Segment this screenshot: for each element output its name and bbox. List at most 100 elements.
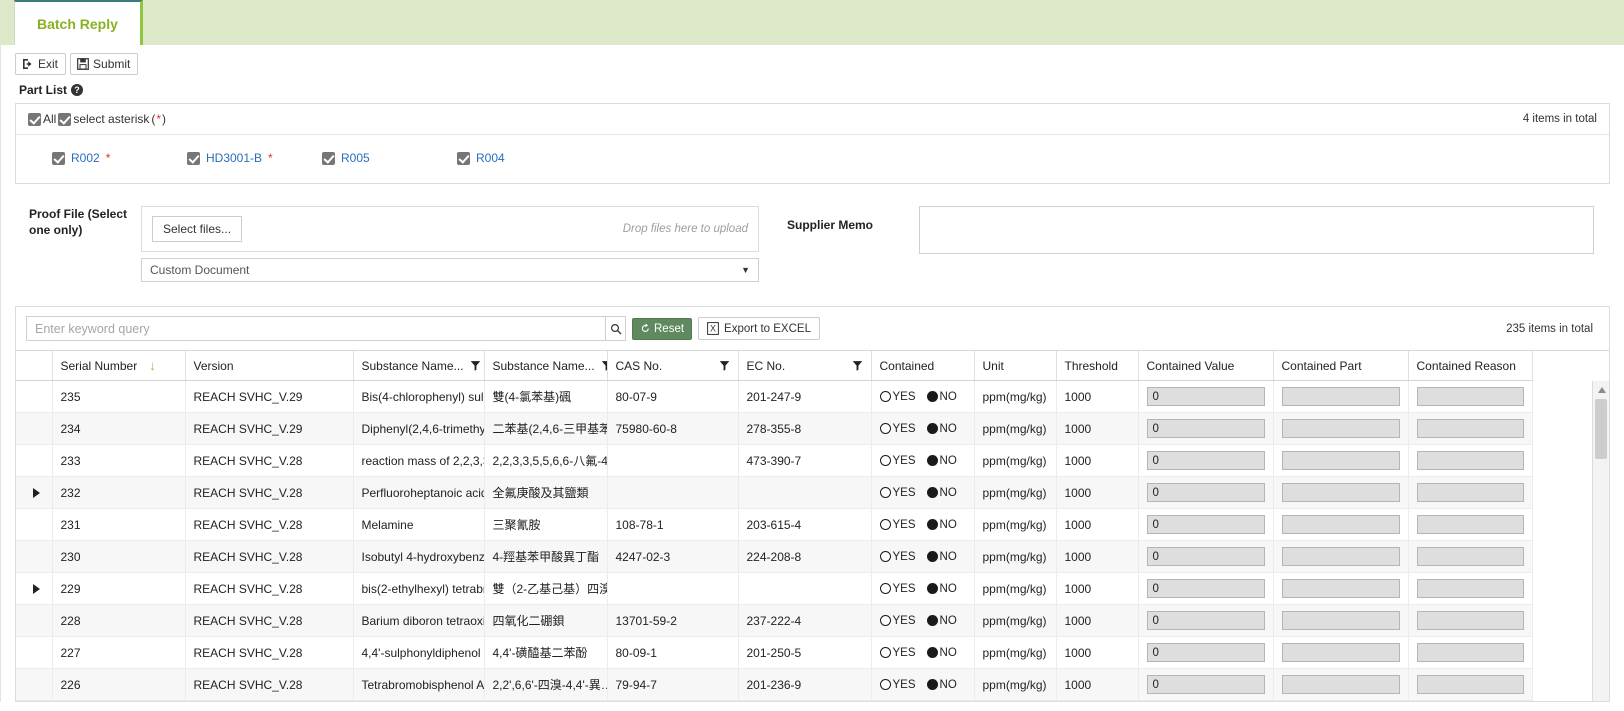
cell-contained-value[interactable] xyxy=(1138,668,1274,701)
cell-contained-part[interactable] xyxy=(1273,604,1409,637)
contained-value-input[interactable] xyxy=(1146,579,1265,598)
header-unit[interactable]: Unit xyxy=(974,351,1057,381)
contained-reason-input[interactable] xyxy=(1416,579,1524,598)
contained-value-input[interactable] xyxy=(1146,643,1265,662)
cell-contained[interactable]: YES NO xyxy=(871,476,975,509)
select-files-button[interactable]: Select files... xyxy=(152,216,243,242)
exit-button[interactable]: Exit xyxy=(15,53,67,75)
header-serial-number[interactable]: Serial Number ↓ xyxy=(52,351,186,381)
cell-contained-value[interactable] xyxy=(1138,508,1274,541)
contained-value-input[interactable] xyxy=(1146,451,1265,470)
part-link-r004[interactable]: R004 xyxy=(476,151,505,165)
radio-contained-yes[interactable] xyxy=(879,647,891,658)
help-icon[interactable]: ? xyxy=(71,84,84,96)
document-type-select[interactable]: Custom Document ▼ xyxy=(141,258,759,282)
cell-contained-reason[interactable] xyxy=(1408,668,1533,701)
contained-value-input[interactable] xyxy=(1146,515,1265,534)
cell-contained[interactable]: YES NO xyxy=(871,604,975,637)
cell-contained-value[interactable] xyxy=(1138,476,1274,509)
expand-row-icon[interactable] xyxy=(33,487,40,498)
contained-part-input[interactable] xyxy=(1281,515,1400,534)
part-link-r002[interactable]: R002 xyxy=(71,151,100,165)
submit-button[interactable]: Submit xyxy=(70,53,139,75)
cell-contained-reason[interactable] xyxy=(1408,604,1533,637)
table-row[interactable]: 229 REACH SVHC_V.28 bis(2-ethylhexyl) tetr… xyxy=(16,572,1533,605)
radio-contained-no[interactable] xyxy=(926,519,938,530)
search-button[interactable] xyxy=(606,316,626,341)
radio-contained-yes[interactable] xyxy=(879,679,891,690)
part-checkbox-r004[interactable] xyxy=(457,151,470,165)
cell-contained-part[interactable] xyxy=(1273,508,1409,541)
cell-contained-part[interactable] xyxy=(1273,476,1409,509)
cell-contained[interactable]: YES NO xyxy=(871,508,975,541)
radio-contained-no[interactable] xyxy=(926,583,938,594)
contained-reason-input[interactable] xyxy=(1416,675,1524,694)
contained-reason-input[interactable] xyxy=(1416,451,1524,470)
filter-icon[interactable] xyxy=(464,360,481,371)
contained-value-input[interactable] xyxy=(1146,547,1265,566)
part-link-hd3001-b[interactable]: HD3001-B xyxy=(206,151,262,165)
header-substance-name-en[interactable]: Substance Name... xyxy=(353,351,485,381)
contained-reason-input[interactable] xyxy=(1416,643,1524,662)
cell-contained-reason[interactable] xyxy=(1408,412,1533,445)
radio-contained-no[interactable] xyxy=(926,615,938,626)
contained-part-input[interactable] xyxy=(1281,483,1400,502)
cell-contained[interactable]: YES NO xyxy=(871,540,975,573)
cell-contained-part[interactable] xyxy=(1273,540,1409,573)
cell-contained[interactable]: YES NO xyxy=(871,412,975,445)
cell-contained-reason[interactable] xyxy=(1408,476,1533,509)
part-checkbox-hd3001-b[interactable] xyxy=(187,151,200,165)
contained-part-input[interactable] xyxy=(1281,611,1400,630)
contained-value-input[interactable] xyxy=(1146,483,1265,502)
cell-contained[interactable]: YES NO xyxy=(871,636,975,669)
contained-reason-input[interactable] xyxy=(1416,387,1524,406)
table-row[interactable]: 226 REACH SVHC_V.28 Tetrabromobisphenol A … xyxy=(16,668,1533,701)
cell-contained-value[interactable] xyxy=(1138,572,1274,605)
filter-icon[interactable] xyxy=(713,360,730,371)
table-row[interactable]: 230 REACH SVHC_V.28Isobutyl 4-hydroxybenz… xyxy=(16,540,1533,573)
contained-part-input[interactable] xyxy=(1281,675,1400,694)
cell-contained-reason[interactable] xyxy=(1408,444,1533,477)
scroll-up-button[interactable] xyxy=(1593,381,1609,398)
cell-contained[interactable]: YES NO xyxy=(871,668,975,701)
filter-icon[interactable] xyxy=(846,360,863,371)
radio-contained-no[interactable] xyxy=(926,679,938,690)
cell-contained[interactable]: YES NO xyxy=(871,380,975,413)
reset-button[interactable]: Reset xyxy=(632,317,693,340)
file-dropzone[interactable]: Select files... Drop files here to uploa… xyxy=(141,206,759,252)
scrollbar-thumb[interactable] xyxy=(1595,399,1607,459)
contained-part-input[interactable] xyxy=(1281,419,1400,438)
cell-contained-part[interactable] xyxy=(1273,636,1409,669)
cell-contained-part[interactable] xyxy=(1273,668,1409,701)
header-cas-no[interactable]: CAS No. xyxy=(607,351,739,381)
table-row[interactable]: 234 REACH SVHC_V.29 Diphenyl(2,4,6-trimeth… xyxy=(16,412,1533,445)
supplier-memo-input[interactable] xyxy=(919,206,1594,254)
radio-contained-yes[interactable] xyxy=(879,423,891,434)
select-all-checkbox[interactable] xyxy=(28,112,41,126)
radio-contained-no[interactable] xyxy=(926,487,938,498)
cell-contained[interactable]: YES NO xyxy=(871,444,975,477)
radio-contained-yes[interactable] xyxy=(879,487,891,498)
header-ec-no[interactable]: EC No. xyxy=(738,351,872,381)
contained-value-input[interactable] xyxy=(1146,419,1265,438)
radio-contained-no[interactable] xyxy=(926,647,938,658)
part-checkbox-r002[interactable] xyxy=(52,151,65,165)
radio-contained-yes[interactable] xyxy=(879,583,891,594)
contained-part-input[interactable] xyxy=(1281,547,1400,566)
contained-reason-input[interactable] xyxy=(1416,515,1524,534)
tab-batch-reply[interactable]: Batch Reply xyxy=(14,0,143,45)
radio-contained-yes[interactable] xyxy=(879,455,891,466)
expand-row-icon[interactable] xyxy=(33,583,40,594)
radio-contained-yes[interactable] xyxy=(879,519,891,530)
table-row[interactable]: 227 REACH SVHC_V.28 4,4'-sulphonyldiphenol… xyxy=(16,636,1533,669)
header-contained-reason[interactable]: Contained Reason xyxy=(1408,351,1533,381)
table-row[interactable]: 233 REACH SVHC_V.28 reaction mass of 2,2,3… xyxy=(16,444,1533,477)
table-row[interactable]: 235 REACH SVHC_V.29 Bis(4-chlorophenyl) su… xyxy=(16,380,1533,413)
cell-contained-reason[interactable] xyxy=(1408,508,1533,541)
cell-contained-reason[interactable] xyxy=(1408,380,1533,413)
radio-contained-yes[interactable] xyxy=(879,391,891,402)
select-asterisk-checkbox[interactable] xyxy=(58,112,72,126)
cell-contained-part[interactable] xyxy=(1273,444,1409,477)
contained-reason-input[interactable] xyxy=(1416,419,1524,438)
header-threshold[interactable]: Threshold xyxy=(1056,351,1139,381)
